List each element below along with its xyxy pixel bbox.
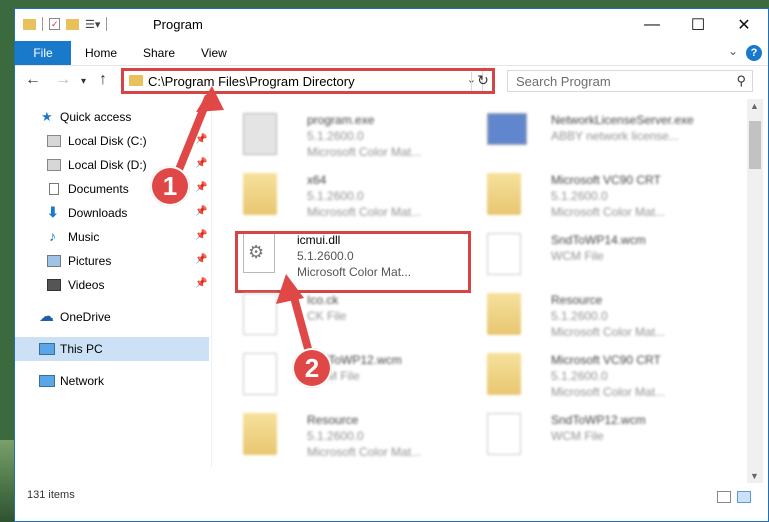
step-marker-1: 1 [150,166,190,206]
step-marker-2: 2 [292,348,332,388]
arrow-1 [174,86,224,176]
annotation-overlay [174,86,314,360]
arrow-2 [276,274,314,360]
